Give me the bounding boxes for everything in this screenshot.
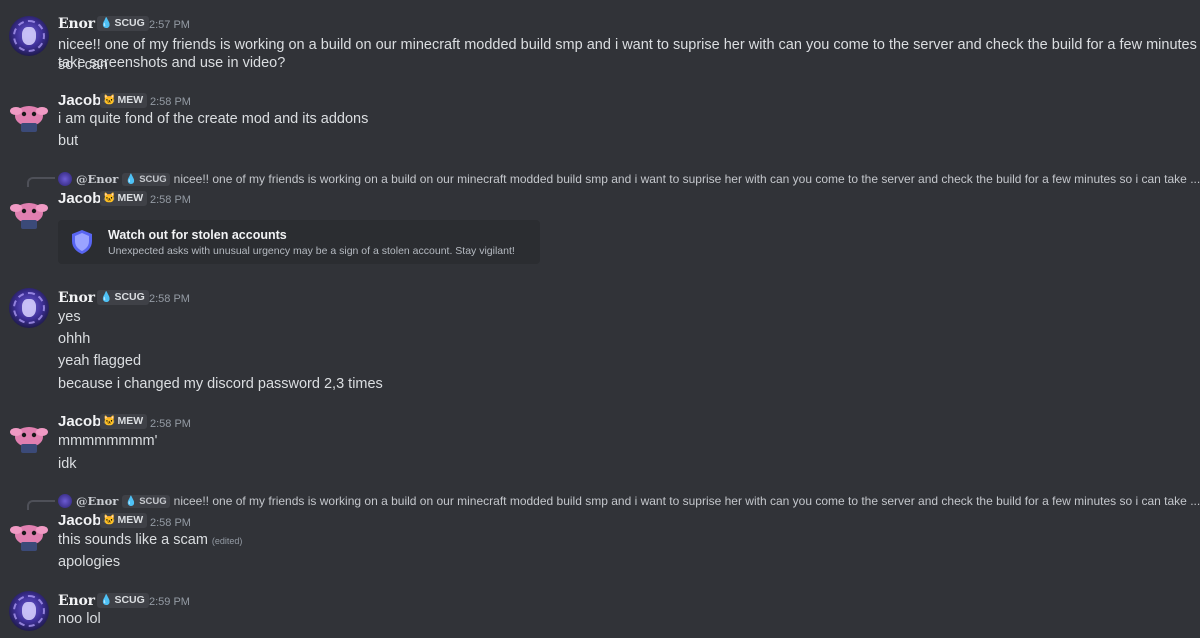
timestamp: 2:57 PM bbox=[149, 19, 190, 31]
reply-text: nicee!! one of my friends is working on … bbox=[173, 172, 1200, 186]
droplet-icon: 💧 bbox=[125, 495, 138, 507]
message-line: ohhh bbox=[58, 331, 91, 347]
droplet-icon: 💧 bbox=[125, 173, 138, 185]
droplet-icon: 💧 bbox=[100, 292, 113, 303]
reply-connector bbox=[27, 177, 55, 187]
message-line: i am quite fond of the create mod and it… bbox=[58, 111, 369, 127]
avatar-jacob[interactable] bbox=[9, 96, 49, 136]
reply-server-tag: 💧 SCUG bbox=[122, 494, 170, 508]
timestamp: 2:59 PM bbox=[149, 596, 190, 608]
droplet-icon: 💧 bbox=[100, 595, 113, 606]
cat-face-icon: 🐱 bbox=[103, 416, 116, 427]
avatar-jacob[interactable] bbox=[9, 515, 49, 555]
message-line: idk bbox=[58, 456, 77, 472]
cat-face-icon: 🐱 bbox=[103, 193, 116, 204]
author-name[interactable]: Jacob bbox=[58, 92, 101, 110]
reply-mention[interactable]: @Enor bbox=[76, 494, 118, 508]
timestamp: 2:58 PM bbox=[150, 517, 191, 529]
server-tag[interactable]: 🐱 MEW bbox=[100, 513, 148, 528]
reply-preview[interactable]: @Enor 💧 SCUG nicee!! one of my friends is… bbox=[58, 171, 1200, 187]
message-line: yes bbox=[58, 309, 81, 325]
message-line: this sounds like a scam (edited) bbox=[58, 532, 243, 548]
message-line: apologies bbox=[58, 554, 121, 570]
message-line: mmmmmmmm' bbox=[58, 433, 158, 449]
reply-preview[interactable]: @Enor 💧 SCUG nicee!! one of my friends is… bbox=[58, 493, 1200, 509]
avatar-jacob[interactable] bbox=[9, 417, 49, 457]
reply-avatar bbox=[58, 172, 72, 186]
message-line: because i changed my discord password 2,… bbox=[58, 376, 383, 392]
avatar-enor[interactable] bbox=[9, 288, 49, 328]
author-name[interactable]: Enor bbox=[58, 592, 95, 610]
server-tag[interactable]: 🐱 MEW bbox=[100, 191, 148, 206]
reply-avatar bbox=[58, 494, 72, 508]
edited-label: (edited) bbox=[211, 536, 243, 546]
server-tag[interactable]: 💧 SCUG bbox=[97, 290, 149, 305]
author-name[interactable]: Enor bbox=[58, 289, 95, 307]
avatar-enor[interactable] bbox=[9, 16, 49, 56]
droplet-icon: 💧 bbox=[100, 18, 113, 29]
timestamp: 2:58 PM bbox=[150, 96, 191, 108]
author-name[interactable]: Jacob bbox=[58, 512, 101, 530]
cat-face-icon: 🐱 bbox=[103, 95, 116, 106]
server-tag[interactable]: 💧 SCUG bbox=[97, 593, 149, 608]
timestamp: 2:58 PM bbox=[149, 293, 190, 305]
reply-mention[interactable]: @Enor bbox=[76, 172, 118, 186]
message-line: noo lol bbox=[58, 611, 101, 627]
timestamp: 2:58 PM bbox=[150, 194, 191, 206]
cat-face-icon: 🐱 bbox=[103, 515, 116, 526]
author-name[interactable]: Jacob bbox=[58, 190, 101, 208]
shield-icon bbox=[70, 229, 94, 260]
avatar-jacob[interactable] bbox=[9, 193, 49, 233]
server-tag[interactable]: 🐱 MEW bbox=[100, 93, 148, 108]
server-tag[interactable]: 🐱 MEW bbox=[100, 414, 148, 429]
author-name[interactable]: Jacob bbox=[58, 413, 101, 431]
warning-subtitle: Unexpected asks with unusual urgency may… bbox=[108, 245, 515, 257]
avatar-enor[interactable] bbox=[9, 591, 49, 631]
author-name[interactable]: Enor bbox=[58, 15, 95, 33]
warning-title: Watch out for stolen accounts bbox=[108, 228, 287, 242]
stolen-account-warning: Watch out for stolen accounts Unexpected… bbox=[58, 220, 540, 264]
reply-server-tag: 💧 SCUG bbox=[122, 172, 170, 186]
timestamp: 2:58 PM bbox=[150, 418, 191, 430]
message-line: yeah flagged bbox=[58, 353, 142, 369]
message-line: take screenshots and use in video? bbox=[58, 55, 286, 71]
message-line: but bbox=[58, 133, 79, 149]
reply-text: nicee!! one of my friends is working on … bbox=[173, 494, 1200, 508]
reply-connector bbox=[27, 500, 55, 510]
server-tag[interactable]: 💧 SCUG bbox=[97, 16, 149, 31]
